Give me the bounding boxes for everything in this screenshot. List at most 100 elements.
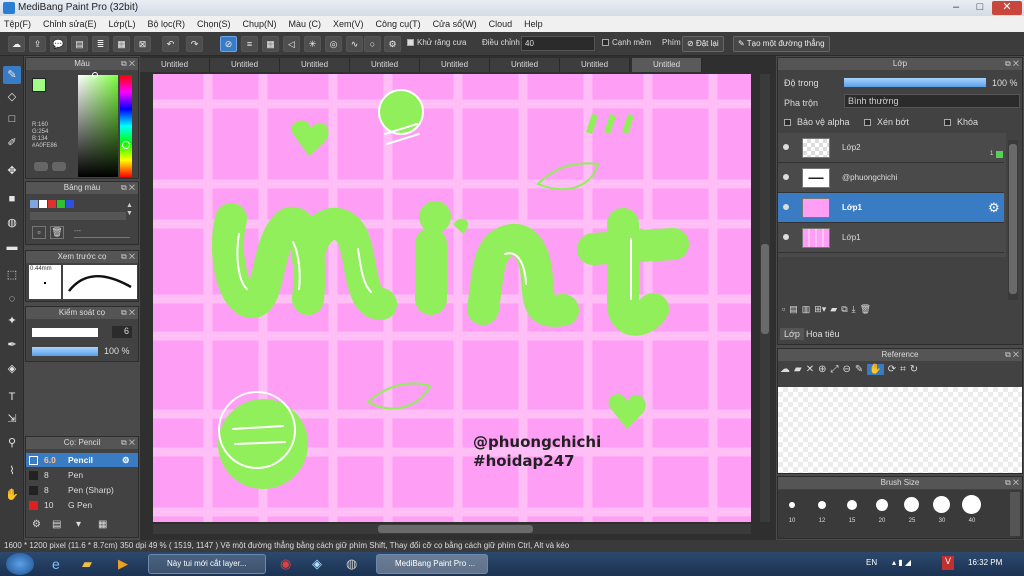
redo-icon[interactable]: ↷	[186, 36, 203, 52]
layer-row[interactable]: ▬▬▬ @phuongchichi	[778, 163, 1004, 193]
menu-layer[interactable]: Lớp(L)	[109, 16, 136, 32]
brush-size-option[interactable]	[789, 502, 795, 508]
move-tool-icon[interactable]: ✥	[3, 162, 21, 180]
new-layer-icon[interactable]: ▫	[782, 304, 785, 315]
palette-swatch[interactable]	[48, 200, 56, 208]
rect-tool-icon[interactable]: □	[3, 110, 21, 128]
text-tool-icon[interactable]: T	[3, 388, 21, 406]
antivirus-icon[interactable]: V	[942, 556, 954, 570]
brush-size-option[interactable]	[818, 501, 826, 509]
tab-untitled-6[interactable]: Untitled	[490, 58, 560, 72]
visibility-icon[interactable]	[783, 144, 789, 150]
open-folder-icon[interactable]: ▰	[794, 364, 802, 375]
fit-icon[interactable]: ⤢	[830, 364, 838, 375]
menu-snap[interactable]: Chụp(N)	[243, 16, 277, 32]
brush-size-scrollbar[interactable]	[1010, 492, 1020, 536]
primary-color-swatch[interactable]	[32, 78, 46, 92]
straight-line-button[interactable]: ✎ Tạo một đường thẳng	[733, 36, 830, 52]
clock[interactable]: 16:32 PM	[968, 558, 1002, 567]
document-icon[interactable]: ▤	[71, 36, 88, 52]
horizontal-scrollbar[interactable]	[153, 524, 751, 534]
brush-item-gpen[interactable]: 10 G Pen	[26, 498, 138, 512]
tab-layer[interactable]: Lớp	[780, 328, 804, 340]
clipping-checkbox[interactable]: Xén bớt	[864, 117, 909, 127]
palette-swatch[interactable]	[30, 200, 38, 208]
gear-icon[interactable]: ⚙	[122, 453, 130, 467]
parallel-snap-icon[interactable]: ≡	[241, 36, 258, 52]
delete-layer-icon[interactable]: 🗑	[860, 304, 871, 315]
chat-icon[interactable]: 💬	[50, 36, 67, 52]
edge-checkbox[interactable]: Cạnh mềm	[602, 38, 651, 47]
palette-swatch[interactable]	[66, 200, 74, 208]
reference-view[interactable]	[778, 387, 1022, 473]
menu-file[interactable]: Tệp(F)	[4, 16, 31, 32]
tab-untitled-3[interactable]: Untitled	[280, 58, 350, 72]
select-eraser-tool-icon[interactable]: ◈	[3, 360, 21, 378]
lock-checkbox[interactable]: Khóa	[944, 117, 978, 127]
brush-size-slider[interactable]	[32, 328, 98, 337]
menu-edit[interactable]: Chỉnh sửa(E)	[43, 16, 97, 32]
task-browser[interactable]: Này tui mới cắt layer...	[148, 554, 266, 574]
ie-icon[interactable]: e	[52, 556, 60, 572]
tab-navigator[interactable]: Hoa tiêu	[802, 328, 844, 340]
folder-icon[interactable]: ▰	[830, 304, 837, 315]
swap-color-icon[interactable]	[52, 162, 66, 171]
layer-opacity-slider[interactable]	[844, 78, 986, 87]
brush-opacity-value[interactable]: 100 %	[104, 346, 130, 356]
brush-tool-icon[interactable]: ✎	[3, 66, 21, 84]
tab-untitled-1[interactable]: Untitled	[140, 58, 210, 72]
vanish-snap-icon[interactable]: ◁	[283, 36, 300, 52]
panel-options-icon[interactable]: ⧉ ✕	[121, 437, 135, 449]
tab-untitled-2[interactable]: Untitled	[210, 58, 280, 72]
cross-snap-icon[interactable]: ▦	[262, 36, 279, 52]
media-icon[interactable]: ▶	[118, 556, 128, 572]
settings-icon[interactable]: ⚙	[384, 36, 401, 52]
panel-options-icon[interactable]: ⧉ ✕	[121, 307, 135, 319]
artwork-canvas[interactable]: @phuongchichi #hoidap247	[153, 74, 751, 522]
pen-tool-icon[interactable]: ✐	[3, 134, 21, 152]
visibility-icon[interactable]	[783, 174, 789, 180]
radial-snap-icon[interactable]: ✳	[304, 36, 321, 52]
tab-untitled-4[interactable]: Untitled	[350, 58, 420, 72]
select-pen-tool-icon[interactable]: ✒	[3, 336, 21, 354]
duplicate-layer-icon[interactable]: ⧉	[841, 304, 847, 315]
brush-item-pen-sharp[interactable]: 8 Pen (Sharp)	[26, 483, 138, 497]
tray-icons[interactable]: ▴ ▮ ◢	[892, 558, 911, 567]
menu-filter[interactable]: Bộ lọc(R)	[147, 16, 185, 32]
panel-options-icon[interactable]: ⧉ ✕	[121, 182, 135, 194]
antialias-checkbox[interactable]: Khử răng cưa	[407, 38, 466, 47]
rotate-icon[interactable]: ⟳	[888, 364, 896, 375]
eraser-tool-icon[interactable]: ◇	[3, 88, 21, 106]
eye-toggle-icon[interactable]	[34, 162, 48, 171]
brush-size-option[interactable]	[876, 499, 888, 511]
palette-swatch[interactable]	[39, 200, 47, 208]
layer-row-selected[interactable]: Lớp1 ⚙	[778, 193, 1004, 223]
panel-options-icon[interactable]: ⧉ ✕	[121, 251, 135, 263]
crop-icon[interactable]: ⌗	[900, 364, 906, 375]
curve-snap-icon[interactable]: ∿	[346, 36, 363, 52]
task-medibang[interactable]: MediBang Paint Pro ...	[376, 554, 488, 574]
maximize-button[interactable]: □	[968, 1, 992, 15]
layer-row[interactable]: Lớp1	[778, 223, 1004, 253]
menu-view[interactable]: Xem(V)	[333, 16, 364, 32]
panel-options-icon[interactable]: ⧉ ✕	[1005, 477, 1019, 489]
brush-settings-icon[interactable]: ▦	[98, 519, 107, 530]
panel-options-icon[interactable]: ⧉ ✕	[121, 58, 135, 70]
app-icon-3[interactable]: ◍	[346, 556, 357, 572]
copy-brush-icon[interactable]: ▤	[52, 519, 61, 530]
blend-mode-select[interactable]: Bình thường	[844, 94, 1020, 108]
language-indicator[interactable]: EN	[866, 558, 877, 567]
hand-icon[interactable]: ✋	[867, 364, 884, 375]
tab-untitled-5[interactable]: Untitled	[420, 58, 490, 72]
dropper-tool-icon[interactable]: ⚲	[3, 434, 21, 452]
gradient-tool-icon[interactable]: ▬	[3, 238, 21, 256]
color-square[interactable]	[78, 75, 118, 177]
hand-tool-icon[interactable]: ✋	[3, 486, 21, 504]
brush-item-pencil[interactable]: 6.0 Pencil ⚙	[26, 453, 138, 467]
menu-select[interactable]: Chọn(S)	[197, 16, 231, 32]
visibility-icon[interactable]	[783, 204, 789, 210]
hue-slider[interactable]	[120, 75, 132, 177]
trash-icon[interactable]: 🗑	[50, 226, 64, 239]
magic-wand-tool-icon[interactable]: ✦	[3, 312, 21, 330]
circle-snap-icon[interactable]: ◎	[325, 36, 342, 52]
